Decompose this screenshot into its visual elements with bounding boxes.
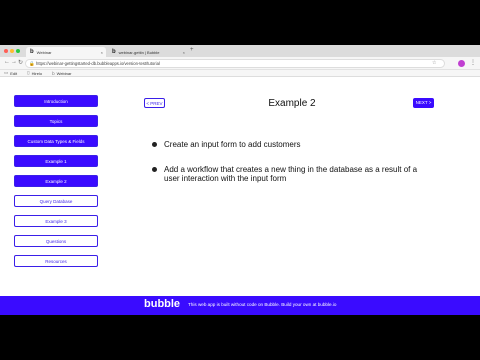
close-tab-icon[interactable]: × bbox=[101, 50, 103, 55]
prev-button[interactable]: < PREV bbox=[144, 98, 165, 108]
bubble-footer-banner[interactable]: bubble This web app is built without cod… bbox=[0, 296, 480, 315]
bookmark-webinar[interactable]: b Webinar bbox=[52, 71, 71, 76]
address-bar[interactable]: 🔒 https://webinar-gettingstarted-db.bubb… bbox=[25, 59, 445, 68]
tab-label: webinar-gettin | Bubble bbox=[118, 49, 160, 55]
close-window-button[interactable] bbox=[4, 49, 8, 53]
bullet-dot bbox=[152, 167, 157, 172]
sidebar-item-example-2[interactable]: Example 2 bbox=[14, 175, 98, 187]
maximize-window-button[interactable] bbox=[16, 49, 20, 53]
forward-arrow-icon[interactable]: → bbox=[11, 59, 17, 65]
more-menu-icon[interactable]: ⋮ bbox=[470, 59, 476, 66]
window-controls bbox=[4, 49, 20, 53]
footer-message: This web app is built without code on Bu… bbox=[188, 302, 337, 307]
bubble-icon: b bbox=[52, 70, 55, 76]
sidebar-item-example-1[interactable]: Example 1 bbox=[14, 155, 98, 167]
sidebar-nav: Introduction Topics Custom Data Types & … bbox=[14, 95, 98, 275]
list-item: Create an input form to add customers bbox=[152, 140, 422, 149]
profile-avatar[interactable] bbox=[458, 60, 465, 67]
back-arrow-icon[interactable]: ← bbox=[4, 59, 10, 65]
sidebar-item-introduction[interactable]: Introduction bbox=[14, 95, 98, 107]
sidebar-item-questions[interactable]: Questions bbox=[14, 235, 98, 247]
new-tab-button[interactable]: + bbox=[190, 47, 194, 53]
minimize-window-button[interactable] bbox=[10, 49, 14, 53]
tab-strip: b Webinar × b webinar-gettin | Bubble × … bbox=[0, 45, 480, 57]
video-frame: b Webinar × b webinar-gettin | Bubble × … bbox=[0, 0, 480, 360]
sidebar-item-resources[interactable]: Resources bbox=[14, 255, 98, 267]
bullet-dot bbox=[152, 142, 157, 147]
bullet-list: Create an input form to add customers Ad… bbox=[152, 140, 422, 199]
bubble-logo: bubble bbox=[144, 298, 181, 310]
address-toolbar: ← → ↻ 🔒 https://webinar-gettingstarted-d… bbox=[0, 57, 480, 70]
list-item: Add a workflow that creates a new thing … bbox=[152, 165, 422, 183]
page-icon: ▯ bbox=[27, 70, 30, 75]
folder-icon: ▭ bbox=[4, 70, 9, 75]
sidebar-item-custom-data-types[interactable]: Custom Data Types & Fields bbox=[14, 135, 98, 147]
next-button[interactable]: NEXT > bbox=[413, 98, 434, 108]
bookmark-edit[interactable]: ▭ Edit bbox=[4, 70, 17, 76]
sidebar-item-topics[interactable]: Topics bbox=[14, 115, 98, 127]
bubble-icon: b bbox=[112, 49, 116, 55]
sidebar-item-example-3[interactable]: Example 3 bbox=[14, 215, 98, 227]
tab-webinar[interactable]: b Webinar × bbox=[26, 47, 106, 57]
bullet-text: Create an input form to add customers bbox=[164, 140, 301, 149]
close-tab-icon[interactable]: × bbox=[183, 50, 185, 55]
bullet-text: Add a workflow that creates a new thing … bbox=[164, 165, 418, 183]
page-title: Example 2 bbox=[268, 98, 316, 109]
tab-label: Webinar bbox=[36, 49, 52, 55]
sidebar-item-query-database[interactable]: Query Database bbox=[14, 195, 98, 207]
reload-icon[interactable]: ↻ bbox=[18, 59, 23, 66]
bookmarks-bar: ▭ Edit ▯ Hirelo b Webinar bbox=[0, 70, 480, 77]
bubble-icon: b bbox=[30, 49, 34, 55]
lock-icon: 🔒 bbox=[29, 61, 35, 66]
star-icon[interactable]: ☆ bbox=[432, 60, 436, 66]
tab-bubble-editor[interactable]: b webinar-gettin | Bubble × bbox=[108, 47, 188, 57]
url-text: https://webinar-gettingstarted-db.bubble… bbox=[36, 61, 160, 66]
bookmark-hirelo[interactable]: ▯ Hirelo bbox=[27, 70, 42, 76]
